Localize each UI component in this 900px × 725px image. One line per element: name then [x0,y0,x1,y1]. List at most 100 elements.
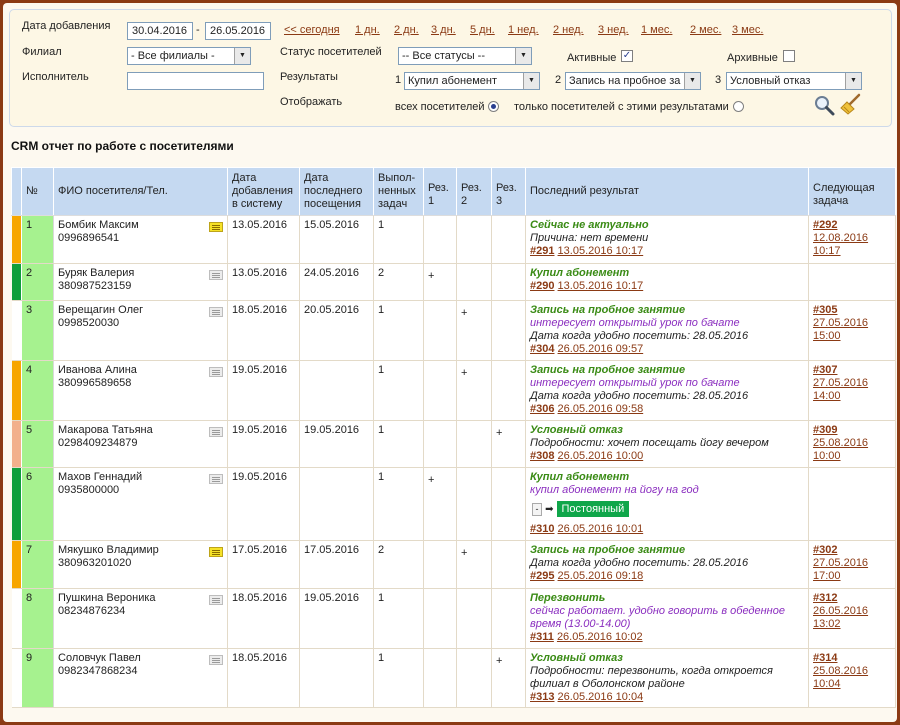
task-link[interactable]: #291 13.05.2016 10:17 [530,245,804,258]
visitor-name[interactable]: Макарова Татьяна [58,424,223,437]
table-row[interactable]: 2 Буряк Валерия 380987523159 13.05.2016 … [11,263,896,301]
visitor-name[interactable]: Пушкина Вероника [58,592,223,605]
task-id: #306 [530,403,555,415]
next-task-time[interactable]: 15:00 [813,330,891,343]
next-task-date[interactable]: 27.05.2016 [813,377,891,390]
quick-date-link[interactable]: 3 нед. [598,24,629,36]
task-link[interactable]: #308 26.05.2016 10:00 [530,450,804,463]
task-link[interactable]: #310 26.05.2016 10:01 [530,523,804,536]
result-detail: интересует открытый урок по бачате [530,317,740,329]
next-task-time[interactable]: 13:02 [813,618,891,631]
result-2 [456,648,492,708]
next-task-link[interactable]: #305 [813,304,891,317]
next-task-time[interactable]: 10:17 [813,245,891,258]
table-row[interactable]: 6 Махов Геннадий 0935800000 19.05.2016 1… [11,467,896,541]
note-icon[interactable] [209,547,223,557]
next-task-time[interactable]: 10:00 [813,450,891,463]
next-task-time[interactable]: 17:00 [813,570,891,583]
result-3 [491,215,526,264]
next-task-link[interactable]: #307 [813,364,891,377]
note-icon[interactable] [209,474,223,484]
quick-date-link[interactable]: 2 нед. [553,24,584,36]
quick-date-link[interactable]: 1 дн. [355,24,380,36]
broom-clear-icon[interactable] [839,92,863,116]
search-icon[interactable] [813,94,835,116]
result2-select[interactable]: Запись на пробное за ▼ [565,72,701,90]
visitor-name[interactable]: Мякушко Владимир [58,544,223,557]
result-3: + [491,648,526,708]
task-link[interactable]: #306 26.05.2016 09:58 [530,403,804,416]
quick-date-link[interactable]: 2 мес. [690,24,721,36]
table-row[interactable]: 1 Бомбик Максим 0996896541 13.05.2016 15… [11,215,896,264]
task-link[interactable]: #313 26.05.2016 10:04 [530,691,804,704]
tag-remove-button[interactable]: - [532,502,542,516]
next-task-date[interactable]: 25.08.2016 [813,665,891,678]
status-select[interactable]: -- Все статусы -- ▼ [398,47,532,65]
next-task-date[interactable]: 27.05.2016 [813,317,891,330]
result3-select[interactable]: Условный отказ ▼ [726,72,862,90]
quick-date-link[interactable]: 3 дн. [431,24,456,36]
note-icon[interactable] [209,595,223,605]
quick-date-link[interactable]: 3 мес. [732,24,763,36]
added-date: 13.05.2016 [227,215,300,264]
display-only-radio[interactable] [733,101,744,112]
executor-input[interactable] [127,72,264,90]
last-result-title: Купил абонемент [530,267,630,279]
visitor-name[interactable]: Бомбик Максим [58,219,223,232]
display-all-radio[interactable] [488,101,499,112]
last-visit-date [299,360,374,421]
next-task-time[interactable]: 14:00 [813,390,891,403]
note-icon[interactable] [209,270,223,280]
quick-date-link[interactable]: 5 дн. [470,24,495,36]
archive-checkbox[interactable] [783,50,795,62]
note-icon[interactable] [209,655,223,665]
table-row[interactable]: 4 Иванова Алина 380996589658 19.05.2016 … [11,360,896,421]
task-link[interactable]: #295 25.05.2016 09:18 [530,570,804,583]
quick-date-link[interactable]: 1 мес. [641,24,672,36]
note-icon[interactable] [209,307,223,317]
task-link[interactable]: #304 26.05.2016 09:57 [530,343,804,356]
task-link[interactable]: #311 26.05.2016 10:02 [530,631,804,644]
visitor-name[interactable]: Буряк Валерия [58,267,223,280]
table-row[interactable]: 9 Соловчук Павел 0982347868234 18.05.201… [11,648,896,708]
date-from-input[interactable]: 30.04.2016 [127,22,193,40]
next-task-link[interactable]: #292 [813,219,891,232]
note-icon[interactable] [209,367,223,377]
next-task-date[interactable]: 27.05.2016 [813,557,891,570]
quick-date-link[interactable]: 1 нед. [508,24,539,36]
visitor-name[interactable]: Верещагин Олег [58,304,223,317]
table-row[interactable]: 5 Макарова Татьяна 0298409234879 19.05.2… [11,420,896,468]
branch-select[interactable]: - Все филиалы - ▼ [127,47,251,65]
status-badge[interactable]: Постоянный [556,501,630,517]
status-marker [11,648,22,708]
task-link[interactable]: #290 13.05.2016 10:17 [530,280,804,293]
table-row[interactable]: 8 Пушкина Вероника 08234876234 18.05.201… [11,588,896,649]
quick-date-link[interactable]: 2 дн. [394,24,419,36]
last-visit-date: 15.05.2016 [299,215,374,264]
next-task-link[interactable]: #314 [813,652,891,665]
next-task-date[interactable]: 12.08.2016 [813,232,891,245]
visitor-name[interactable]: Махов Геннадий [58,471,223,484]
table-row[interactable]: 7 Мякушко Владимир 380963201020 17.05.20… [11,540,896,589]
date-to-input[interactable]: 26.05.2016 [205,22,271,40]
last-result-title: Запись на пробное занятие [530,544,686,556]
next-task-link[interactable]: #309 [813,424,891,437]
active-checkbox[interactable]: ✓ [621,50,633,62]
visitor-name[interactable]: Иванова Алина [58,364,223,377]
quick-date-link[interactable]: << сегодня [284,24,340,36]
next-task-link[interactable]: #312 [813,592,891,605]
result-1 [423,420,457,468]
next-task-date[interactable]: 26.05.2016 [813,605,891,618]
next-task-date[interactable]: 25.08.2016 [813,437,891,450]
task-date: 26.05.2016 09:58 [557,403,644,415]
note-icon[interactable] [209,222,223,232]
table-row[interactable]: 3 Верещагин Олег 0998520030 18.05.2016 2… [11,300,896,361]
note-icon[interactable] [209,427,223,437]
report-title: CRM отчет по работе с посетителями [11,139,234,153]
status-marker [11,420,22,468]
next-task-time[interactable]: 10:04 [813,678,891,691]
next-task-link[interactable]: #302 [813,544,891,557]
result-1: + [423,467,457,541]
visitor-name[interactable]: Соловчук Павел [58,652,223,665]
result1-select[interactable]: Купил абонемент ▼ [404,72,540,90]
